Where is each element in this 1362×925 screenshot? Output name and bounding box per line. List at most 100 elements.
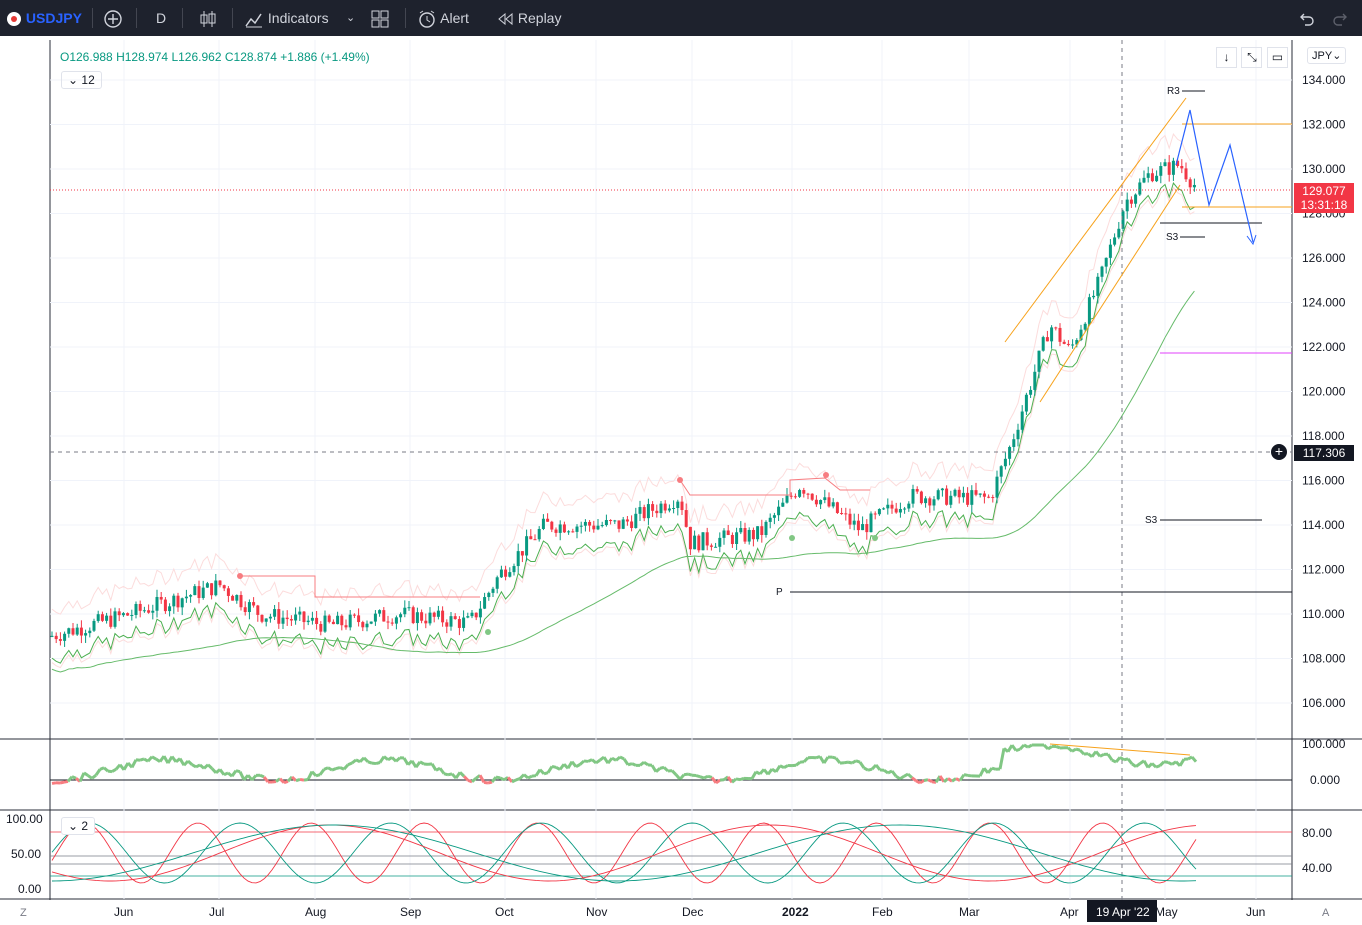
candle-body [222,585,226,589]
time-label: Jun [1246,905,1265,919]
candle-body [1155,175,1159,182]
osc1-segment [1042,743,1050,751]
log-scale-button[interactable]: Z [20,907,27,919]
price-tick: 118.000 [1302,429,1345,443]
fullscreen-icon[interactable]: ⤡ [1241,47,1263,68]
candle-body [764,521,768,535]
candle-body [991,497,995,499]
osc1-segment [595,758,601,765]
candle-body [1050,327,1054,342]
candle-body [75,627,79,635]
osc1-segment [278,777,286,784]
osc1-segment [230,769,238,778]
osc1-segment [94,768,102,777]
candle-body [827,497,831,507]
osc1-segment [523,773,529,780]
chevron-down-icon: ⌄ [68,819,79,833]
chart-canvas[interactable]: R3 S3 S3 P 134.000132.000130.000128.0001… [0,0,1362,925]
candle-body [214,580,218,596]
time-label: Jun [114,905,133,919]
osc1-segment [383,755,389,761]
currency-label: JPY [1312,50,1333,62]
candle-body [466,616,470,618]
candle-body [1138,182,1142,195]
candle-body [541,518,545,529]
candle-body [684,510,688,527]
osc1-segment [883,768,889,775]
candle-body [730,534,734,544]
osc1-segment [1135,762,1141,768]
time-label: Oct [495,905,514,919]
time-label: Dec [682,905,703,919]
candle-body [777,506,781,516]
candle-body [844,513,848,515]
osc1-segment [631,762,637,767]
auto-scale-button[interactable]: A [1322,907,1330,919]
candle-body [945,488,949,505]
candle-body [583,521,587,526]
osc1-segment [1163,760,1169,764]
candle-body [386,621,390,623]
candle-body [533,539,537,541]
candle-body [260,614,264,622]
candle-body [390,622,394,624]
candle-body [865,524,869,533]
candle-body [411,607,415,624]
osc1-segment [199,763,205,770]
osc1-segment [63,779,69,784]
candle-body [743,528,747,542]
osc2-right-tick: 80.00 [1302,826,1332,840]
ohlc-legend: O126.988 H128.974 L126.962 C128.874 +1.8… [60,50,370,64]
candle-body [1180,165,1184,169]
osc1-segment [843,760,849,765]
candle-body [646,504,650,519]
candle-body [642,507,646,519]
osc1-tick: 0.000 [1310,773,1340,787]
price-axis[interactable]: 134.000132.000130.000128.000126.000124.0… [1302,73,1346,710]
osc1-segment [643,760,649,767]
candle-body [298,611,302,615]
osc1-segment [51,781,57,785]
candle-body [50,635,54,637]
osc1-segment [779,764,785,769]
osc2-axis: 100.00 50.00 0.00 80.00 40.00 [6,812,1332,896]
candle-body [1171,160,1175,175]
candle-body [693,535,697,550]
candle-body [588,521,592,526]
osc1-segment [963,773,969,777]
candle-body [294,614,298,621]
osc1-segment [506,776,514,783]
osc1-segment [1150,762,1158,769]
price-tick: 130.000 [1302,162,1346,176]
candle-body [100,614,104,621]
osc1-segment [527,774,533,780]
ohlc-high: H128.974 [116,50,169,64]
scroll-down-icon[interactable]: ↓ [1216,47,1237,68]
candle-body [117,611,121,616]
indicators-collapse-button[interactable]: ⌄ 12 [61,71,102,89]
currency-button[interactable]: JPY⌄ [1307,47,1347,64]
candle-body [323,615,327,632]
osc1-segment [715,778,721,785]
screenshot-icon[interactable]: ▭ [1266,47,1288,68]
candle-body [151,610,155,613]
osc1-segment [1083,752,1089,756]
osc1-segment [518,773,526,780]
osc1-segment [83,771,89,777]
osc2-slow-line [51,824,1197,882]
candle-body [621,519,625,529]
candle-body [1066,343,1070,345]
candle-body [714,546,718,548]
candle-body [159,596,163,600]
candle-body [1012,439,1016,447]
candle-body [772,515,776,518]
candle-body [420,612,424,621]
time-label: Aug [305,905,326,919]
crosshair-plus-icon[interactable]: + [1271,444,1287,460]
osc-collapse-button[interactable]: ⌄ 2 [61,817,96,835]
osc1-segment [414,760,422,769]
osc1-segment [103,766,109,773]
osc1-segment [1106,753,1114,761]
osc1-segment [750,771,758,780]
candle-body [676,501,680,508]
